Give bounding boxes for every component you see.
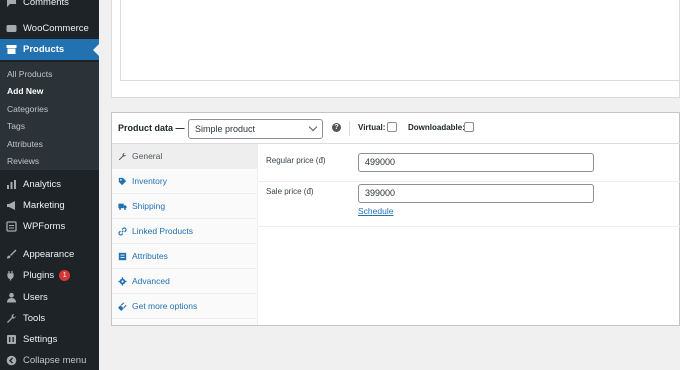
collapse-arrow-icon: [6, 355, 17, 366]
regular-price-value: 499000: [365, 157, 396, 167]
product-data-title: Product data —: [118, 123, 185, 133]
tag-icon: [118, 177, 127, 186]
menu-plugins-label: Plugins: [23, 270, 55, 281]
product-data-panel: Product data — Simple product ? Virtual:…: [111, 112, 680, 326]
submenu-categories[interactable]: Categories: [7, 104, 48, 114]
menu-wpforms[interactable]: WPForms: [0, 216, 99, 237]
description-editor-area[interactable]: [120, 0, 680, 81]
wrench-icon: [6, 313, 17, 324]
menu-settings-label: Settings: [23, 334, 58, 345]
plug-icon: [118, 301, 127, 311]
tab-inventory-label: Inventory: [132, 176, 167, 186]
wpforms-icon: [6, 221, 17, 232]
products-submenu: All Products Add New Categories Tags Att…: [0, 62, 99, 170]
collapse-menu-label: Collapse menu: [23, 355, 87, 366]
menu-woocommerce-label: WooCommerce: [23, 23, 89, 34]
submenu-add-new[interactable]: Add New: [7, 86, 43, 96]
tab-general-label: General: [132, 151, 163, 161]
submenu-attributes[interactable]: Attributes: [7, 139, 43, 149]
menu-users-label: Users: [23, 292, 48, 303]
gear-icon: [118, 276, 127, 286]
product-data-header: Product data — Simple product ? Virtual:…: [112, 113, 680, 144]
tab-advanced-label: Advanced: [132, 276, 170, 286]
admin-sidebar: Comments WooCommerce Products All Produc…: [0, 0, 99, 370]
bar-chart-icon: [6, 179, 17, 190]
menu-products-label: Products: [23, 44, 65, 55]
menu-woocommerce[interactable]: WooCommerce: [0, 18, 99, 39]
tab-shipping-label: Shipping: [132, 201, 166, 211]
menu-marketing[interactable]: Marketing: [0, 195, 99, 216]
product-type-value: Simple product: [195, 124, 256, 134]
menu-comments[interactable]: Comments: [0, 0, 99, 13]
tab-linked-products[interactable]: Linked Products: [112, 219, 258, 244]
menu-tools[interactable]: Tools: [0, 308, 99, 329]
menu-tools-label: Tools: [23, 313, 46, 324]
product-type-select[interactable]: Simple product: [188, 119, 323, 139]
schedule-link[interactable]: Schedule: [358, 206, 393, 216]
virtual-checkbox[interactable]: [387, 122, 397, 132]
paintbrush-icon: [6, 249, 17, 260]
chevron-down-icon: [308, 122, 318, 132]
menu-analytics-label: Analytics: [23, 179, 62, 190]
comments-icon: [6, 0, 17, 8]
settings-icon: [6, 334, 17, 345]
menu-wpforms-label: WPForms: [23, 221, 66, 232]
menu-settings[interactable]: Settings: [0, 329, 99, 350]
submenu-all-products[interactable]: All Products: [7, 69, 52, 79]
tab-inventory[interactable]: Inventory: [112, 169, 258, 194]
menu-marketing-label: Marketing: [23, 200, 65, 211]
downloadable-label: Downloadable:: [408, 123, 465, 132]
menu-appearance[interactable]: Appearance: [0, 244, 99, 265]
tab-attributes-label: Attributes: [132, 251, 168, 261]
list-icon: [118, 252, 127, 261]
virtual-label: Virtual:: [358, 123, 386, 132]
collapse-menu[interactable]: Collapse menu: [0, 350, 99, 370]
product-data-tabs: General Inventory Shipping Linked Produc…: [112, 144, 258, 325]
field-divider: [258, 181, 680, 182]
tab-get-more-options[interactable]: Get more options: [112, 294, 258, 319]
menu-users[interactable]: Users: [0, 287, 99, 308]
woocommerce-icon: [6, 23, 17, 34]
wrench-icon: [118, 152, 127, 161]
link-icon: [118, 226, 127, 236]
tab-general[interactable]: General: [112, 144, 258, 169]
truck-icon: [118, 202, 127, 211]
help-icon[interactable]: ?: [332, 123, 341, 132]
sale-price-label: Sale price (đ): [266, 187, 314, 196]
regular-price-input[interactable]: 499000: [358, 153, 594, 172]
sale-price-input[interactable]: 399000: [358, 184, 594, 203]
submenu-tags[interactable]: Tags: [7, 121, 25, 131]
plugins-update-badge: 1: [59, 270, 71, 281]
menu-products[interactable]: Products: [0, 39, 99, 60]
archive-icon: [6, 44, 17, 55]
tab-linked-products-label: Linked Products: [132, 226, 193, 236]
menu-analytics[interactable]: Analytics: [0, 174, 99, 195]
header-separator: [349, 121, 350, 136]
menu-comments-label: Comments: [23, 0, 69, 8]
field-divider: [258, 226, 680, 227]
tab-attributes[interactable]: Attributes: [112, 244, 258, 269]
submenu-reviews[interactable]: Reviews: [7, 156, 39, 166]
regular-price-label: Regular price (đ): [266, 156, 326, 165]
description-editor-box: [111, 0, 680, 98]
tab-advanced[interactable]: Advanced: [112, 269, 258, 294]
tab-get-more-options-label: Get more options: [132, 301, 198, 311]
menu-plugins[interactable]: Plugins 1: [0, 265, 99, 286]
plug-icon: [6, 270, 17, 281]
megaphone-icon: [6, 200, 17, 211]
downloadable-checkbox[interactable]: [464, 122, 474, 132]
user-icon: [6, 292, 17, 303]
tab-shipping[interactable]: Shipping: [112, 194, 258, 219]
sale-price-value: 399000: [365, 188, 396, 198]
menu-appearance-label: Appearance: [23, 249, 75, 260]
